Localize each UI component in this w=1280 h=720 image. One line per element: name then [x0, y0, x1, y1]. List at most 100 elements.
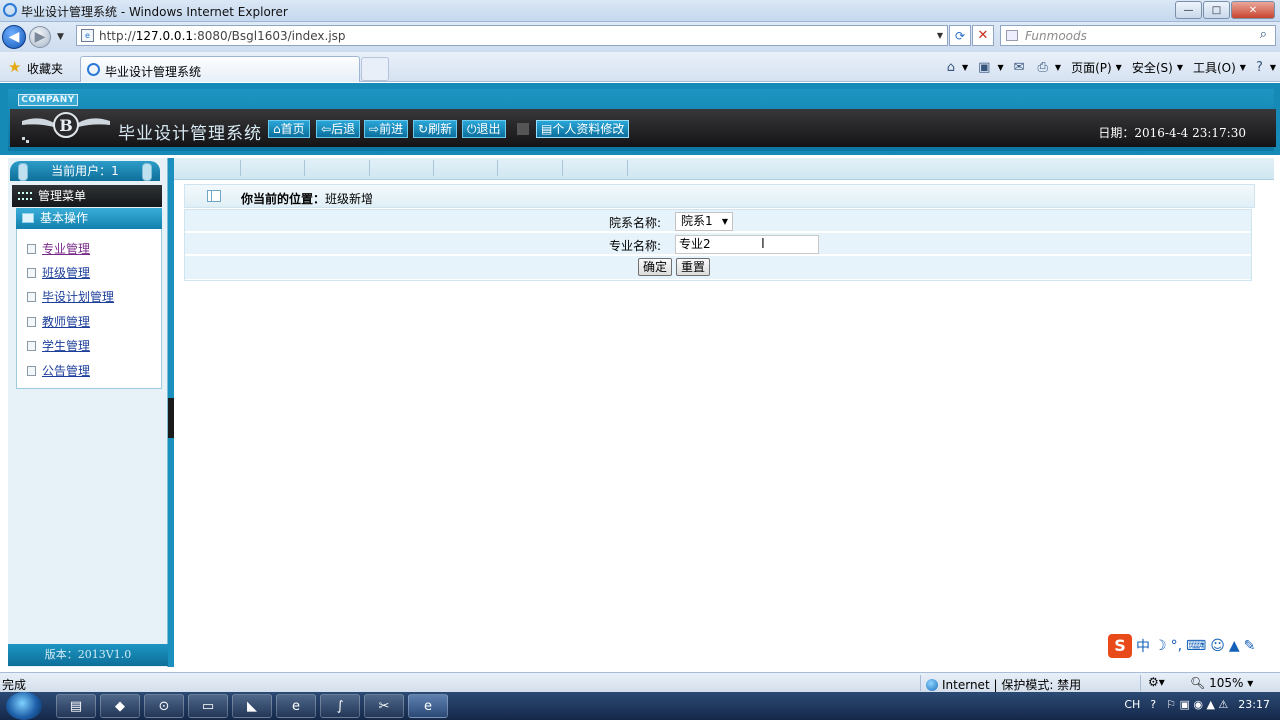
tab-ie-icon — [87, 63, 100, 76]
home-button[interactable]: ⌂ ▼ — [947, 59, 968, 76]
rss-icon: ▣ — [978, 60, 991, 75]
ime-moon-icon[interactable]: ☽ — [1154, 638, 1167, 654]
logout-nav-button[interactable]: ⏻退出 — [462, 120, 506, 138]
maximize-button[interactable]: □ — [1203, 1, 1230, 19]
ime-tools-icon[interactable]: ✎ — [1244, 638, 1256, 654]
document-icon — [27, 365, 36, 376]
zoom-level[interactable]: 🔍︎ 105% ▾ — [1190, 676, 1253, 690]
version-label: 版本：2013V1.0 — [8, 644, 168, 666]
windows-taskbar: ▤ ◆ ⊙ ▭ ◣ e ∫ ✂ e CH ? ⚐ ▣ ◉ ▲ ⚠ 23:17 — [0, 692, 1280, 720]
mail-icon: ✉ — [1013, 60, 1025, 75]
globe-icon — [926, 679, 938, 691]
favorites-label[interactable]: 收藏夹 — [27, 60, 63, 77]
major-row: 专业名称: 专业2 I — [185, 233, 1251, 255]
major-input[interactable]: 专业2 — [675, 235, 819, 254]
reset-button[interactable]: 重置 — [676, 258, 711, 276]
menu-header[interactable]: 管理菜单 — [12, 185, 162, 207]
mail-button[interactable]: ✉ — [1014, 59, 1028, 76]
start-button-icon[interactable] — [6, 692, 42, 720]
refresh-icon[interactable]: ⟳ — [949, 25, 971, 46]
stop-icon[interactable]: ✕ — [972, 25, 994, 46]
help-icon: ? — [1255, 60, 1263, 75]
ime-toolbar[interactable]: S 中 ☽ °, ⌨ ☺ ▲ ✎ — [1108, 634, 1255, 658]
status-text: 完成 — [2, 678, 27, 692]
main-tabstrip — [174, 158, 1274, 180]
new-tab-button[interactable] — [361, 57, 389, 81]
department-select[interactable]: 院系1 ▼ — [675, 212, 733, 231]
tools-menu[interactable]: 工具(O) ▼ — [1193, 59, 1246, 76]
main-content: 你当前的位置：班级新增 院系名称: 院系1 ▼ 专业名称: 专业2 I 确定 重置 — [174, 158, 1274, 667]
address-dropdown-icon[interactable]: ▼ — [932, 25, 948, 46]
separator-icon — [517, 123, 529, 135]
section-basic-operations[interactable]: 基本操作 — [16, 208, 162, 229]
department-label: 院系名称: — [608, 216, 661, 230]
ime-keyboard-icon[interactable]: ⌨ — [1186, 638, 1206, 654]
ime-shirt-icon[interactable]: ▲ — [1229, 638, 1240, 654]
taskbar-app-3[interactable]: ⊙ — [144, 694, 184, 718]
document-icon — [27, 340, 36, 351]
close-button[interactable]: ✕ — [1231, 1, 1275, 19]
taskbar-app-5[interactable]: ◣ — [232, 694, 272, 718]
taskbar-app-7[interactable]: ∫ — [320, 694, 360, 718]
taskbar-app-1[interactable]: ▤ — [56, 694, 96, 718]
ie-logo-icon — [3, 3, 17, 17]
language-indicator[interactable]: CH — [1124, 698, 1140, 711]
pin-left-icon — [18, 163, 28, 181]
sidebar-item-plan[interactable]: 毕设计划管理 — [27, 288, 114, 305]
sidebar-item-student[interactable]: 学生管理 — [27, 337, 90, 354]
compat-icon[interactable]: ⚙▾ — [1148, 675, 1165, 689]
home-icon: ⌂ — [946, 60, 955, 75]
window-title: 毕业设计管理系统 - Windows Internet Explorer — [21, 5, 288, 19]
search-box[interactable]: Funmoods ⌕ — [1000, 25, 1276, 46]
taskbar-ie-active-icon[interactable]: e — [408, 694, 448, 718]
bentley-logo-icon: B — [22, 112, 110, 143]
address-bar[interactable]: e http://127.0.0.1:8080/Bsgl1603/index.j… — [76, 25, 948, 46]
help-tray-icon[interactable]: ? — [1150, 698, 1156, 711]
command-bar: ⌂ ▼ ▣ ▼ ✉ ⎙ ▼ 页面(P) ▼ 安全(S) ▼ 工具(O) ▼ ? ▼ — [937, 59, 1276, 76]
history-dropdown-icon[interactable]: ▼ — [57, 32, 64, 42]
favorites-star-icon[interactable]: ★ — [8, 58, 21, 76]
back-button[interactable]: ◀ — [2, 25, 26, 49]
search-placeholder: Funmoods — [1025, 29, 1087, 43]
print-button[interactable]: ⎙ ▼ — [1038, 59, 1062, 76]
document-icon — [27, 291, 36, 302]
help-button[interactable]: ? ▼ — [1256, 59, 1276, 76]
back-nav-button[interactable]: ⇦后退 — [316, 120, 361, 138]
forward-nav-button[interactable]: ⇨前进 — [364, 120, 409, 138]
taskbar-ie-icon[interactable]: e — [276, 694, 316, 718]
minimize-button[interactable]: — — [1175, 1, 1202, 19]
ime-chinese-icon[interactable]: 中 — [1136, 636, 1150, 656]
ime-skin-icon[interactable]: ☺ — [1210, 638, 1225, 654]
sidebar-item-major[interactable]: 专业管理 — [27, 240, 90, 257]
search-icon[interactable]: ⌕ — [1260, 27, 1267, 42]
sidebar-item-teacher[interactable]: 教师管理 — [27, 313, 90, 330]
date-display: 日期：2016-4-4 23:17:30 — [1098, 126, 1246, 140]
sidebar-item-class[interactable]: 班级管理 — [27, 264, 90, 281]
sidebar-item-notice[interactable]: 公告管理 — [27, 362, 90, 379]
ime-punct-icon[interactable]: °, — [1171, 638, 1182, 654]
confirm-button[interactable]: 确定 — [638, 258, 673, 276]
security-zone[interactable]: Internet | 保护模式: 禁用 — [926, 676, 1081, 693]
safety-menu[interactable]: 安全(S) ▼ — [1132, 59, 1183, 76]
favorites-bar: ★ 收藏夹 毕业设计管理系统 ⌂ ▼ ▣ ▼ ✉ ⎙ ▼ 页面(P) ▼ 安全(S) ▼ … — [0, 52, 1280, 82]
status-bar: 完成 Internet | 保护模式: 禁用 ⚙▾ 🔍︎ 105% ▾ — [0, 672, 1280, 692]
clock[interactable]: 23:17 — [1238, 698, 1270, 711]
system-tray: CH ? ⚐ ▣ ◉ ▲ ⚠ 23:17 — [1124, 698, 1270, 711]
refresh-nav-button[interactable]: ↻刷新 — [413, 120, 458, 138]
taskbar-folder-icon[interactable]: ▭ — [188, 694, 228, 718]
feeds-button[interactable]: ▣ ▼ — [978, 59, 1003, 76]
page-menu[interactable]: 页面(P) ▼ — [1071, 59, 1122, 76]
location-label: 你当前的位置：班级新增 — [241, 192, 374, 206]
class-add-form: 院系名称: 院系1 ▼ 专业名称: 专业2 I 确定 重置 — [184, 209, 1252, 281]
site-header: COMPANY B 毕业设计管理系统 ⌂首页 ⇦后退 ⇨前进 ↻刷新 ⏻退出 ▤… — [0, 83, 1280, 155]
browser-tab[interactable]: 毕业设计管理系统 — [80, 56, 360, 82]
taskbar-app-2[interactable]: ◆ — [100, 694, 140, 718]
forward-button[interactable]: ▶ — [29, 26, 51, 48]
search-provider-icon — [1006, 30, 1018, 41]
tab-title: 毕业设计管理系统 — [105, 65, 202, 79]
profile-edit-button[interactable]: ▤个人资料修改 — [536, 120, 630, 138]
tray-icons[interactable]: ⚐ ▣ ◉ ▲ ⚠ — [1166, 698, 1228, 711]
document-icon — [27, 267, 36, 278]
home-nav-button[interactable]: ⌂首页 — [268, 120, 310, 138]
taskbar-app-8[interactable]: ✂ — [364, 694, 404, 718]
